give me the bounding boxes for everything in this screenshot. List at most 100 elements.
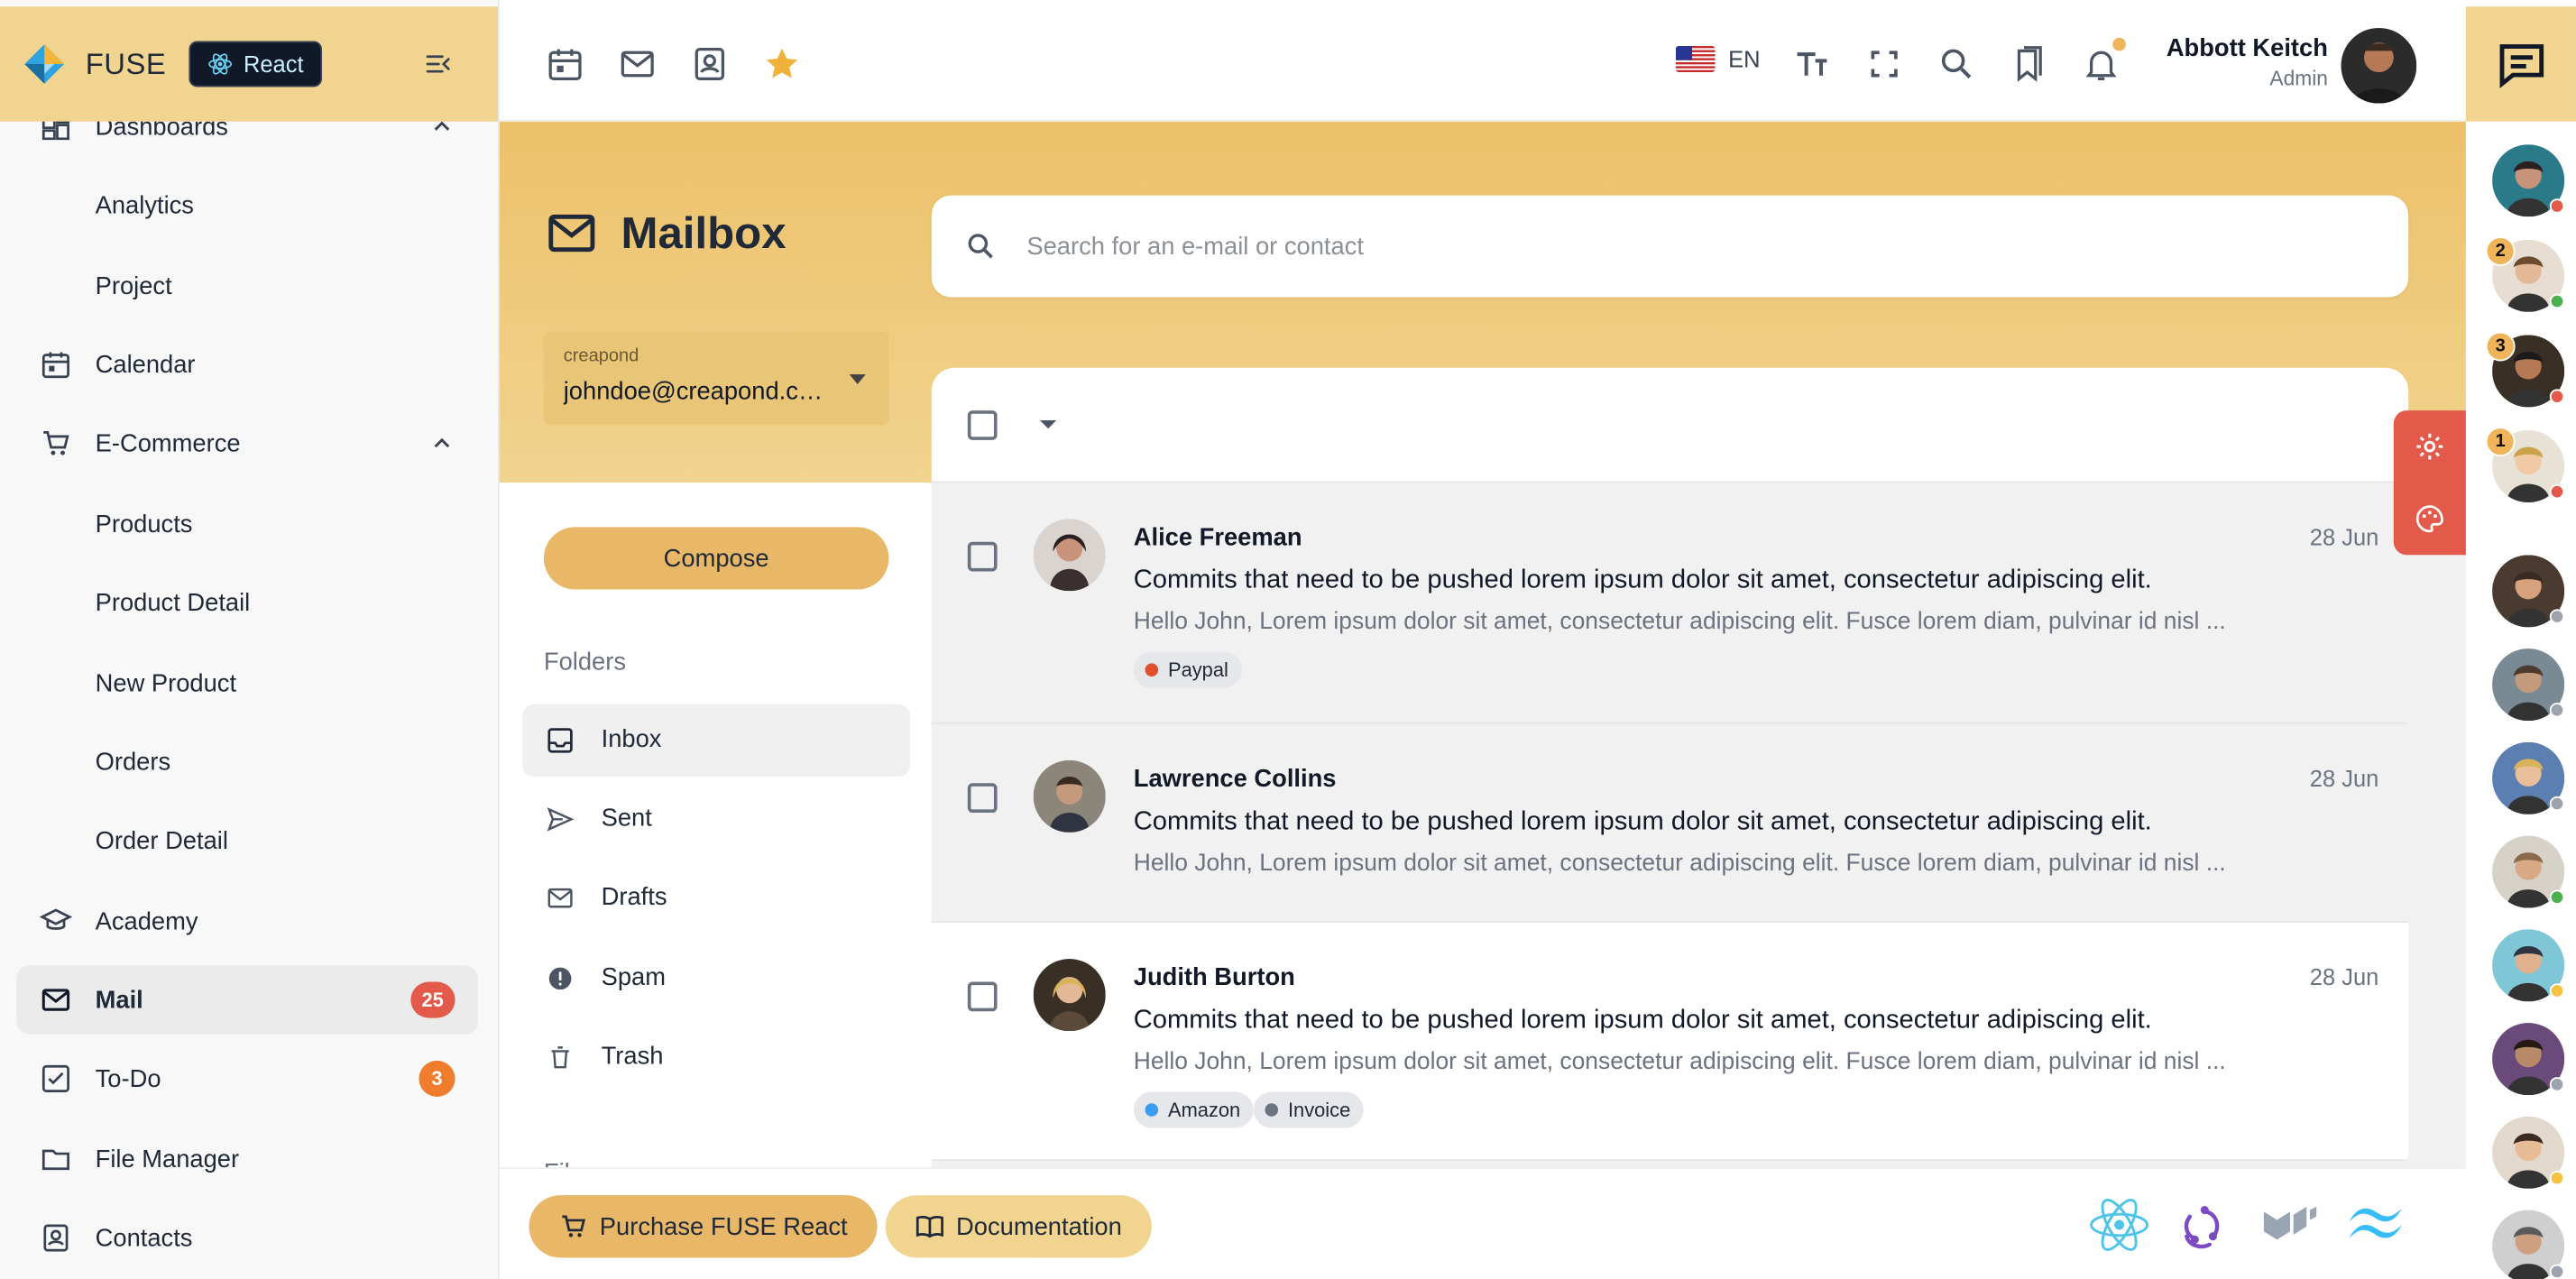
mail-snippet: Hello John, Lorem ipsum dolor sit amet, … <box>1133 1049 2226 1076</box>
sidebar-item-label: Orders <box>95 748 171 777</box>
folder-trash[interactable]: Trash <box>522 1021 910 1093</box>
mail-snippet: Hello John, Lorem ipsum dolor sit amet, … <box>1133 609 2226 636</box>
sidebar-item-todo[interactable]: To-Do 3 <box>16 1044 478 1113</box>
redux-logo-icon <box>2172 1195 2238 1255</box>
sidebar-item-ecommerce[interactable]: E-Commerce <box>16 409 478 477</box>
sidebar-item-calendar[interactable]: Calendar <box>16 330 478 399</box>
presence-status-dot <box>2549 609 2565 624</box>
select-options-dropdown-icon[interactable] <box>1039 419 1057 429</box>
sidebar-item-label: Calendar <box>95 350 196 379</box>
chat-contact[interactable] <box>2492 929 2565 1002</box>
sidebar-item-new-product[interactable]: New Product <box>16 649 478 717</box>
folder-sent[interactable]: Sent <box>522 783 910 855</box>
search-input[interactable] <box>1026 221 2341 271</box>
notification-dot <box>2112 37 2126 51</box>
mail-shortcut-icon[interactable] <box>618 44 658 84</box>
compose-button[interactable]: Compose <box>543 527 889 590</box>
language-selector[interactable]: EN <box>1675 45 1761 73</box>
account-select-value: johndoe@creapond.com <box>563 377 827 406</box>
mail-search <box>931 195 2409 298</box>
sidebar-item-product-detail[interactable]: Product Detail <box>16 568 478 637</box>
sidebar-item-mail[interactable]: Mail 25 <box>16 965 479 1035</box>
presence-status-dot <box>2549 293 2565 309</box>
todo-icon <box>40 1063 72 1095</box>
sidebar-item-label: Mail <box>95 986 143 1015</box>
purchase-button[interactable]: Purchase FUSE React <box>529 1195 878 1258</box>
react-icon <box>208 53 233 75</box>
spam-icon <box>546 964 575 994</box>
calendar-shortcut-icon[interactable] <box>546 44 585 84</box>
purchase-button-label: Purchase FUSE React <box>599 1212 848 1241</box>
chat-contact[interactable] <box>2492 1116 2565 1189</box>
collapse-sidebar-icon[interactable] <box>424 50 454 79</box>
star-icon[interactable] <box>762 44 802 84</box>
sidebar-item-orders[interactable]: Orders <box>16 727 478 796</box>
tailwind-logo-icon <box>2342 1195 2408 1255</box>
sidebar-item-contacts[interactable]: Contacts <box>16 1203 478 1272</box>
chat-contact[interactable] <box>2492 1023 2565 1096</box>
sidebar-item-project[interactable]: Project <box>16 252 478 320</box>
unread-count-badge: 2 <box>2485 236 2516 266</box>
sender-avatar <box>1033 959 1106 1032</box>
sidebar-item-order-detail[interactable]: Order Detail <box>16 806 478 875</box>
presence-status-dot <box>2549 983 2565 998</box>
label-chip: Invoice <box>1253 1091 1364 1128</box>
presence-status-dot <box>2549 889 2565 905</box>
chat-contact[interactable] <box>2492 741 2565 814</box>
bookmarks-icon[interactable] <box>2010 44 2049 84</box>
select-all-checkbox[interactable] <box>967 410 998 440</box>
react-badge: React <box>189 41 322 87</box>
mail-folders-panel: Compose Folders Inbox Sent Drafts Spam T… <box>499 483 932 1279</box>
settings-gear-icon[interactable] <box>2414 430 2446 463</box>
search-icon[interactable] <box>1937 44 1976 84</box>
sidebar-item-file-manager[interactable]: File Manager <box>16 1125 478 1193</box>
chat-contact[interactable]: 3 <box>2485 331 2565 408</box>
mail-row[interactable]: Judith Burton 28 Jun Commits that need t… <box>931 923 2409 1161</box>
mail-select-checkbox[interactable] <box>967 541 998 572</box>
folder-label: Spam <box>601 963 667 992</box>
account-select[interactable]: creapond johndoe@creapond.com <box>543 331 889 426</box>
mail-sender: Lawrence Collins <box>1133 765 1337 794</box>
top-toolbar: EN Abbott Keitch Admin <box>499 6 2466 122</box>
notifications-icon[interactable] <box>2082 44 2121 84</box>
chat-contact[interactable] <box>2492 1210 2565 1279</box>
palette-icon[interactable] <box>2414 502 2446 535</box>
mail-select-checkbox[interactable] <box>967 981 998 1012</box>
fullscreen-icon[interactable] <box>1864 44 1904 84</box>
sidebar-item-label: E-Commerce <box>95 429 241 457</box>
mail-row[interactable]: Alice Freeman 28 Jun Commits that need t… <box>931 483 2409 724</box>
sidebar-item-academy[interactable]: Academy <box>16 887 478 955</box>
sidebar-item-products[interactable]: Products <box>16 489 478 557</box>
folder-inbox[interactable]: Inbox <box>522 704 911 778</box>
mail-select-checkbox[interactable] <box>967 783 998 814</box>
folder-drafts[interactable]: Drafts <box>522 862 910 934</box>
user-menu[interactable]: Abbott Keitch Admin <box>2167 34 2328 90</box>
chat-contact[interactable] <box>2492 649 2565 722</box>
mail-subject: Commits that need to be pushed lorem ips… <box>1133 807 2152 836</box>
documentation-button[interactable]: Documentation <box>885 1195 1152 1258</box>
mail-date: 28 Jun <box>2309 523 2379 550</box>
sidebar-item-label: Products <box>95 510 193 538</box>
mail-date: 28 Jun <box>2309 765 2379 792</box>
folder-spam[interactable]: Spam <box>522 943 910 1015</box>
sidebar-item-analytics[interactable]: Analytics <box>16 170 478 239</box>
cart-icon <box>40 427 72 459</box>
chat-contact[interactable]: 1 <box>2485 427 2565 503</box>
chat-sidebar: 2 3 1 <box>2465 0 2576 1279</box>
chat-contact[interactable]: 2 <box>2485 236 2565 312</box>
sender-avatar <box>1033 519 1106 592</box>
chat-contact[interactable] <box>2492 144 2565 217</box>
sidebar-item-label: Product Detail <box>95 588 251 617</box>
font-size-icon[interactable] <box>1792 44 1832 84</box>
folder-label: Sent <box>601 804 652 833</box>
presence-status-dot <box>2549 389 2565 404</box>
label-color-dot <box>1145 663 1159 676</box>
chat-contact[interactable] <box>2492 835 2565 908</box>
settings-panel-tab <box>2393 410 2466 556</box>
presence-status-dot <box>2549 483 2565 500</box>
contacts-shortcut-icon[interactable] <box>690 44 730 84</box>
user-avatar[interactable] <box>2341 27 2417 104</box>
chat-toggle-button[interactable] <box>2465 6 2576 122</box>
mail-row[interactable]: Lawrence Collins 28 Jun Commits that nee… <box>931 723 2409 924</box>
chat-contact[interactable] <box>2492 555 2565 628</box>
